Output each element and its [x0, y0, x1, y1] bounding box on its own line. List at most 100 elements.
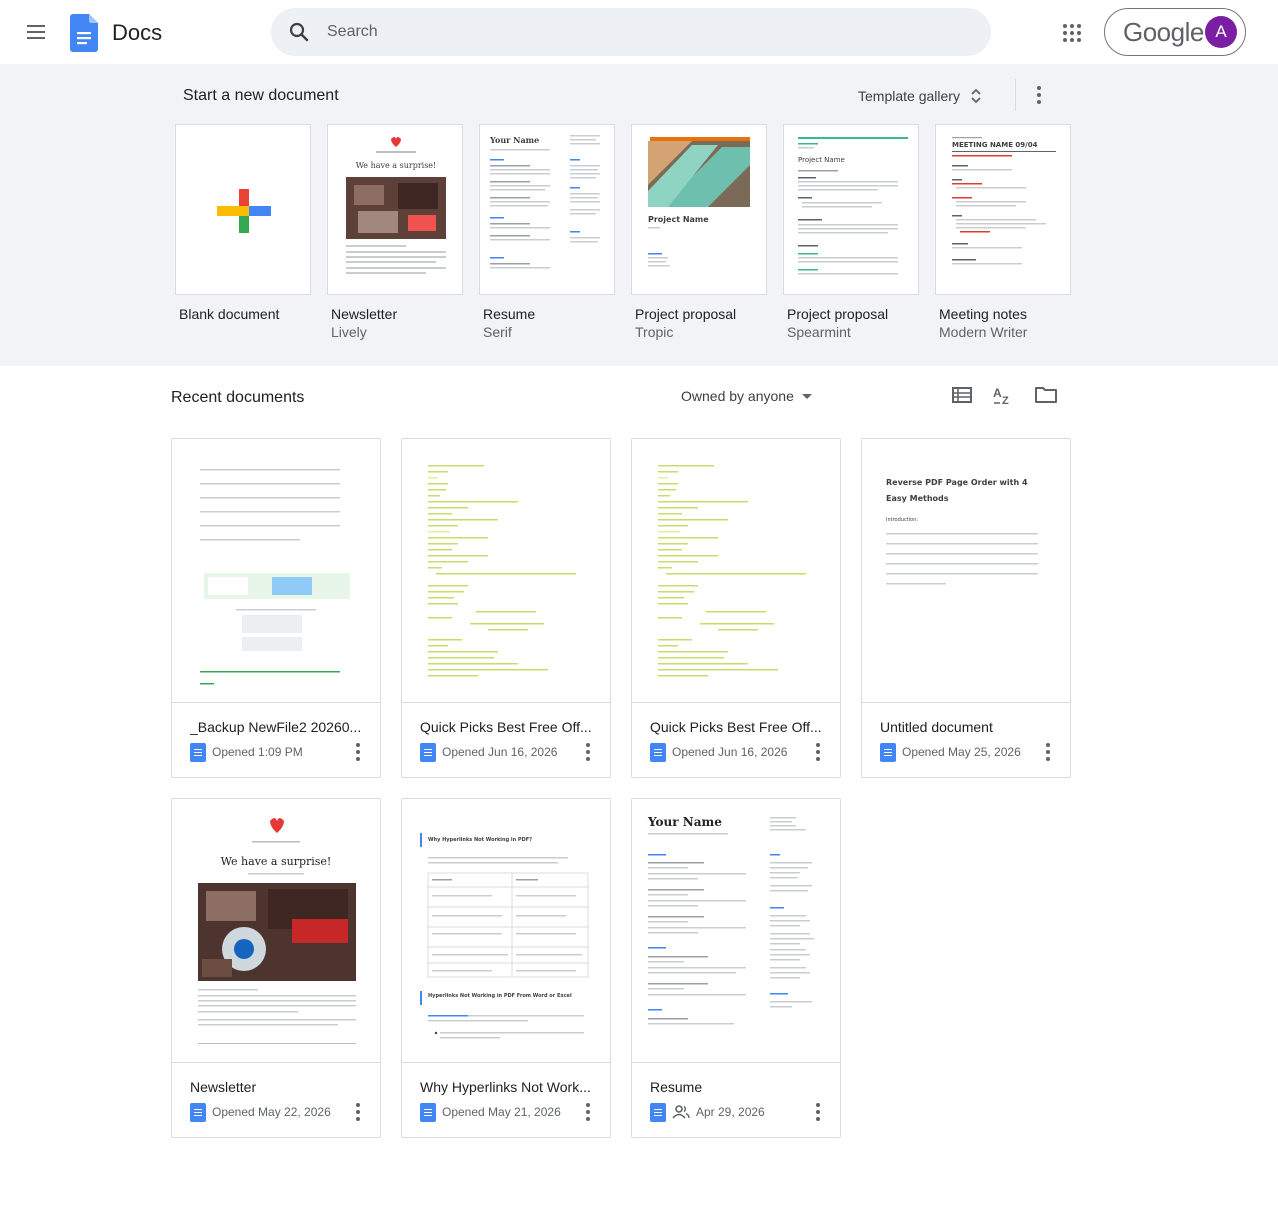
docs-file-icon	[420, 742, 436, 762]
sort-az-icon[interactable]: A Z	[992, 383, 1016, 407]
folder-icon[interactable]	[1034, 383, 1058, 407]
docs-file-icon	[420, 1102, 436, 1122]
newsletter-thumb-heading: We have a surprise!	[355, 161, 437, 170]
colorful-plus-icon	[217, 189, 271, 233]
shared-people-icon	[672, 1105, 690, 1119]
template-card-project-tropic[interactable]: Project Name Project proposal Tropic	[631, 124, 767, 340]
avatar[interactable]: A	[1205, 16, 1237, 48]
document-card[interactable]: Reverse PDF Page Order with 4 Easy Metho…	[861, 438, 1071, 778]
template-card-resume[interactable]: Your Name Resume Serif	[479, 124, 615, 340]
template-card-newsletter[interactable]: We have a surprise! Newsletter Lively	[327, 124, 463, 340]
unfold-icon	[971, 88, 981, 104]
document-meta: Opened 1:09 PM	[190, 742, 303, 762]
document-card[interactable]: We have a surprise! Newsletter Opened Ma…	[171, 798, 381, 1138]
app-name[interactable]: Docs	[112, 20, 162, 46]
last-opened: Opened May 22, 2026	[212, 1105, 331, 1119]
template-name: Project proposal	[787, 306, 889, 322]
template-thumbnail-project-spearmint[interactable]: Project Name	[783, 124, 919, 295]
docs-file-icon	[880, 742, 896, 762]
document-title: Resume	[650, 1079, 703, 1095]
document-meta: Opened Jun 16, 2026	[420, 742, 557, 762]
last-opened: Opened Jun 16, 2026	[672, 745, 788, 759]
untitled-thumb-heading: Reverse PDF Page Order with 4 Easy Metho…	[886, 478, 1028, 503]
last-opened: Opened May 25, 2026	[902, 745, 1021, 759]
spearmint-thumb-title: Project Name	[798, 156, 845, 164]
template-gallery-button[interactable]: Template gallery	[848, 78, 996, 114]
divider	[1015, 79, 1016, 111]
document-thumbnail	[632, 439, 840, 703]
account-button[interactable]: Google A	[1104, 8, 1246, 56]
list-view-icon[interactable]	[950, 383, 974, 407]
template-thumbnail-blank[interactable]	[175, 124, 311, 295]
document-more-options-button[interactable]	[812, 741, 824, 763]
template-name: Resume	[483, 306, 536, 322]
template-style: Serif	[483, 324, 512, 340]
document-card[interactable]: Quick Picks Best Free Off... Opened Jun …	[631, 438, 841, 778]
template-name: Blank document	[179, 306, 280, 322]
template-more-options-button[interactable]	[1026, 81, 1052, 109]
docs-logo-icon[interactable]	[70, 14, 98, 52]
document-thumbnail	[402, 439, 610, 703]
document-meta: Apr 29, 2026	[650, 1102, 765, 1122]
template-section: Start a new document Template gallery Bl…	[0, 64, 1278, 366]
owner-filter-dropdown[interactable]: Owned by anyone	[681, 386, 812, 406]
last-opened: Opened May 21, 2026	[442, 1105, 561, 1119]
document-title: Quick Picks Best Free Off...	[650, 719, 822, 735]
search-bar[interactable]	[271, 8, 991, 56]
document-more-options-button[interactable]	[352, 1101, 364, 1123]
template-style: Modern Writer	[939, 324, 1028, 340]
meeting-preview-lines	[952, 137, 1056, 265]
meeting-thumb-title: MEETING NAME 09/04	[952, 141, 1038, 149]
document-more-options-button[interactable]	[1042, 741, 1054, 763]
tropic-preview-image	[648, 137, 750, 267]
search-input[interactable]	[327, 8, 967, 56]
document-more-options-button[interactable]	[582, 741, 594, 763]
document-preview	[428, 465, 576, 677]
document-preview	[198, 818, 356, 1044]
document-title: Newsletter	[190, 1079, 257, 1095]
google-apps-button[interactable]	[1058, 18, 1086, 46]
last-opened: Apr 29, 2026	[696, 1105, 765, 1119]
document-card[interactable]: Quick Picks Best Free Off... Opened Jun …	[401, 438, 611, 778]
last-opened: Opened 1:09 PM	[212, 745, 303, 759]
template-card-meeting-notes[interactable]: MEETING NAME 09/04 Meeting notes Modern …	[935, 124, 1071, 340]
resume-preview-lines	[490, 135, 600, 269]
document-thumbnail	[172, 439, 380, 703]
document-thumbnail: Your Name	[632, 799, 840, 1063]
document-title: Untitled document	[880, 719, 993, 735]
document-more-options-button[interactable]	[582, 1101, 594, 1123]
top-bar: Docs Google A	[0, 0, 1278, 64]
docs-file-icon	[650, 1102, 666, 1122]
template-section-title: Start a new document	[183, 87, 339, 104]
document-card[interactable]: Why Hyperlinks Not Working in PDF? Hyper…	[401, 798, 611, 1138]
owner-filter-label: Owned by anyone	[681, 388, 794, 404]
tropic-thumb-title: Project Name	[648, 215, 709, 224]
template-name: Newsletter	[331, 306, 398, 322]
template-name: Project proposal	[635, 306, 737, 322]
hyperlinks-thumb-heading: Why Hyperlinks Not Working in PDF?	[428, 837, 533, 843]
template-card-blank[interactable]: Blank document	[175, 124, 311, 322]
template-thumbnail-newsletter[interactable]: We have a surprise!	[327, 124, 463, 295]
docs-file-icon	[650, 742, 666, 762]
resume-thumb-name: Your Name	[648, 815, 722, 829]
template-style: Lively	[331, 324, 367, 340]
document-card[interactable]: Your Name Resume Apr 29, 2026	[631, 798, 841, 1138]
document-thumbnail: Why Hyperlinks Not Working in PDF? Hyper…	[402, 799, 610, 1063]
document-title: Why Hyperlinks Not Work...	[420, 1079, 591, 1095]
document-title: Quick Picks Best Free Off...	[420, 719, 592, 735]
last-opened: Opened Jun 16, 2026	[442, 745, 558, 759]
newsletter-thumb-heading: We have a surprise!	[220, 855, 332, 868]
search-icon[interactable]	[287, 20, 311, 44]
document-meta: Opened Jun 16, 2026	[650, 742, 787, 762]
document-card[interactable]: _Backup NewFile2 20260... Opened 1:09 PM	[171, 438, 381, 778]
document-more-options-button[interactable]	[352, 741, 364, 763]
document-thumbnail: Reverse PDF Page Order with 4 Easy Metho…	[862, 439, 1070, 703]
template-thumbnail-meeting-notes[interactable]: MEETING NAME 09/04	[935, 124, 1071, 295]
document-preview	[200, 469, 350, 685]
template-thumbnail-resume[interactable]: Your Name	[479, 124, 615, 295]
main-menu-button[interactable]	[20, 16, 52, 48]
document-more-options-button[interactable]	[812, 1101, 824, 1123]
template-thumbnail-project-tropic[interactable]: Project Name	[631, 124, 767, 295]
template-card-project-spearmint[interactable]: Project Name Project proposal Spearmint	[783, 124, 919, 340]
docs-file-icon	[190, 742, 206, 762]
